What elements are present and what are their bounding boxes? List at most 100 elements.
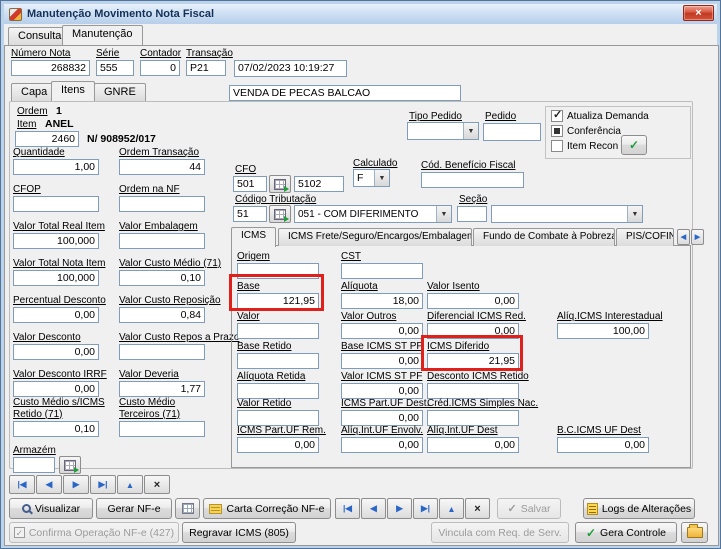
- tipo-pedido-combo[interactable]: ▼: [407, 122, 479, 140]
- nav-cancel-button[interactable]: ×: [144, 475, 170, 494]
- checkbox-conferencia[interactable]: Conferência: [551, 125, 621, 137]
- gerar-nfe-button[interactable]: Gerar NF-e: [96, 498, 172, 519]
- icms-tab-icms[interactable]: ICMS: [231, 227, 276, 247]
- aliq-int-uf-envolv-input[interactable]: [341, 437, 423, 453]
- ordem-transacao-input[interactable]: [119, 159, 205, 175]
- toolbar-nav-insert-button[interactable]: ▲: [439, 498, 464, 519]
- codigo-tributacao-input[interactable]: [233, 206, 267, 222]
- vincula-req-serv-button[interactable]: Vincula com Req. de Serv.: [431, 522, 569, 543]
- icms-tab-fundo-pobreza[interactable]: Fundo de Combate à Pobreza: [473, 228, 615, 246]
- nav-insert-button[interactable]: ▲: [117, 475, 143, 494]
- valor-custo-reposicao-input[interactable]: [119, 307, 205, 323]
- valor-icms-st-pf-input[interactable]: [341, 383, 423, 399]
- chevron-down-icon[interactable]: ▼: [374, 170, 389, 186]
- item-recon-confirm-button[interactable]: ✓: [621, 135, 647, 155]
- cfo-destino-input[interactable]: [294, 176, 344, 192]
- checkbox-checked-icon[interactable]: [551, 108, 563, 122]
- nav-last-button[interactable]: ▶|: [90, 475, 116, 494]
- folder-button[interactable]: [681, 522, 708, 543]
- valor-embalagem-input[interactable]: [119, 233, 205, 249]
- percentual-desconto-input[interactable]: [13, 307, 99, 323]
- subtab-gnre[interactable]: GNRE: [94, 83, 146, 101]
- aliquota-retida-input[interactable]: [237, 383, 319, 399]
- diferencial-icms-red-input[interactable]: [427, 323, 519, 339]
- armazem-lookup-button[interactable]: [59, 456, 81, 474]
- transacao-input[interactable]: [186, 60, 226, 76]
- toolbar-nav-next-button[interactable]: ▶: [387, 498, 412, 519]
- chevron-down-icon[interactable]: ▼: [627, 206, 642, 222]
- custo-medio-terceiros-input[interactable]: [119, 421, 205, 437]
- item-code-input[interactable]: [15, 131, 79, 147]
- valor-retido-input[interactable]: [237, 410, 319, 426]
- armazem-input[interactable]: [13, 457, 55, 473]
- carta-correcao-button[interactable]: Carta Correção NF-e: [203, 498, 331, 519]
- valor-isento-input[interactable]: [427, 293, 519, 309]
- confirma-operacao-button[interactable]: ✓ Confirma Operação NF-e (427): [9, 522, 179, 543]
- valor-desconto-input[interactable]: [13, 344, 99, 360]
- chevron-down-icon[interactable]: ▼: [436, 206, 451, 222]
- descricao-input[interactable]: [229, 85, 461, 101]
- valor-custo-repos-prazo-input[interactable]: [119, 344, 205, 360]
- tab-scroll-left-icon[interactable]: ◀: [677, 229, 690, 245]
- checkbox-item-recon[interactable]: Item Recon: [551, 140, 618, 152]
- valor-desconto-irrf-input[interactable]: [13, 381, 99, 397]
- nav-next-button[interactable]: ▶: [63, 475, 89, 494]
- codigo-tributacao-lookup-button[interactable]: [269, 205, 291, 223]
- secao-combo[interactable]: ▼: [491, 205, 643, 223]
- aliq-icms-interestadual-input[interactable]: [557, 323, 649, 339]
- gera-controle-button[interactable]: ✓ Gera Controle: [575, 522, 677, 543]
- chevron-down-icon[interactable]: ▼: [463, 123, 478, 139]
- visualizar-button[interactable]: Visualizar: [9, 498, 93, 519]
- tab-manutencao[interactable]: Manutenção: [62, 25, 143, 45]
- quantidade-input[interactable]: [13, 159, 99, 175]
- salvar-button[interactable]: ✓ Salvar: [497, 498, 561, 519]
- close-icon[interactable]: ×: [683, 5, 714, 21]
- cfo-input[interactable]: [233, 176, 267, 192]
- toolbar-nav-first-button[interactable]: |◀: [335, 498, 360, 519]
- valor-deveria-input[interactable]: [119, 381, 205, 397]
- aliq-int-uf-dest-input[interactable]: [427, 437, 519, 453]
- calculado-combo[interactable]: F ▼: [353, 169, 390, 187]
- subtab-itens[interactable]: Itens: [51, 81, 95, 101]
- logs-alteracoes-button[interactable]: Logs de Alterações: [583, 498, 695, 519]
- checkbox-empty-icon[interactable]: [551, 140, 563, 152]
- pedido-input[interactable]: [483, 123, 541, 141]
- grid-button[interactable]: [175, 498, 200, 519]
- icms-part-uf-rem-input[interactable]: [237, 437, 319, 453]
- cst-input[interactable]: [341, 263, 423, 279]
- valor-outros-input[interactable]: [341, 323, 423, 339]
- nav-prev-button[interactable]: ◀: [36, 475, 62, 494]
- codigo-tributacao-combo[interactable]: 051 - COM DIFERIMENTO ▼: [294, 205, 452, 223]
- custo-medio-sem-icms-input[interactable]: [13, 421, 99, 437]
- serie-input[interactable]: [96, 60, 134, 76]
- numero-nota-input[interactable]: [11, 60, 90, 76]
- icms-valor-input[interactable]: [237, 323, 319, 339]
- ordem-na-nf-input[interactable]: [119, 196, 205, 212]
- toolbar-nav-cancel-button[interactable]: ×: [465, 498, 490, 519]
- icms-diferido-input[interactable]: [427, 353, 519, 369]
- cfo-lookup-button[interactable]: [269, 175, 291, 193]
- regravar-icms-button[interactable]: Regravar ICMS (805): [182, 522, 296, 543]
- checkbox-filled-icon[interactable]: [551, 125, 563, 137]
- icms-tab-pis-cofins[interactable]: PIS/COFIN: [616, 228, 674, 246]
- valor-total-real-input[interactable]: [13, 233, 99, 249]
- cod-beneficio-input[interactable]: [421, 172, 524, 188]
- bc-icms-uf-dest-input[interactable]: [557, 437, 649, 453]
- tab-scroll-right-icon[interactable]: ▶: [691, 229, 704, 245]
- cred-icms-simples-input[interactable]: [427, 410, 519, 426]
- contador-input[interactable]: [140, 60, 180, 76]
- toolbar-nav-prev-button[interactable]: ◀: [361, 498, 386, 519]
- icms-part-uf-dest-input[interactable]: [341, 410, 423, 426]
- cfop-input[interactable]: [13, 196, 99, 212]
- icms-base-input[interactable]: [237, 293, 319, 309]
- checkbox-atualiza-demanda[interactable]: Atualiza Demanda: [551, 108, 649, 122]
- toolbar-nav-last-button[interactable]: ▶|: [413, 498, 438, 519]
- secao-input[interactable]: [457, 206, 487, 222]
- nav-first-button[interactable]: |◀: [9, 475, 35, 494]
- origem-input[interactable]: [237, 263, 319, 279]
- valor-total-nota-input[interactable]: [13, 270, 99, 286]
- icms-aliquota-input[interactable]: [341, 293, 423, 309]
- base-retido-input[interactable]: [237, 353, 319, 369]
- icms-tab-frete[interactable]: ICMS Frete/Seguro/Encargos/Embalagem: [278, 228, 472, 246]
- base-icms-st-pf-input[interactable]: [341, 353, 423, 369]
